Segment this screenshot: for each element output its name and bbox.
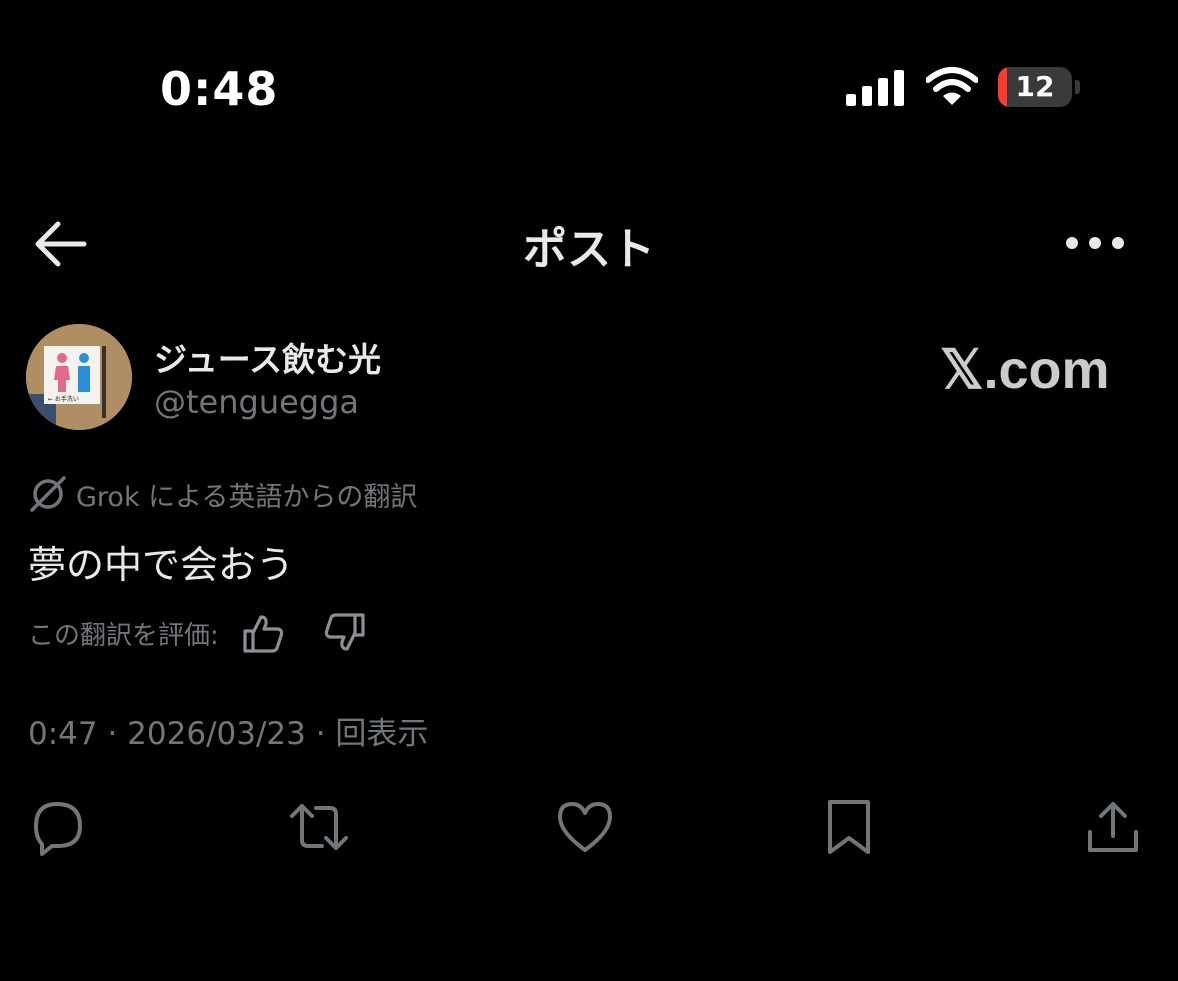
thumbs-down-icon[interactable]: [323, 611, 367, 655]
like-icon[interactable]: [554, 796, 616, 858]
rate-translation-label: この翻訳を評価:: [28, 620, 219, 651]
rate-translation: この翻訳を評価:: [28, 610, 367, 656]
grok-icon: [30, 476, 66, 512]
share-icon[interactable]: [1082, 796, 1144, 858]
display-name[interactable]: ジュース飲む光: [154, 333, 381, 381]
wifi-icon: [926, 67, 978, 105]
status-time: 0:48: [160, 62, 279, 116]
battery-indicator: 12: [998, 67, 1082, 109]
translation-label: Grok による英語からの翻訳: [76, 481, 418, 513]
repost-icon[interactable]: [288, 796, 350, 858]
page-title: ポスト: [523, 224, 655, 275]
post-timestamp-views: 0:47 · 2026/03/23 · 回表示: [28, 716, 429, 752]
battery-level: 12: [1015, 70, 1055, 103]
reply-icon[interactable]: [26, 796, 88, 858]
restroom-sign-avatar-image: ← お手洗い: [26, 324, 132, 430]
thumbs-up-icon[interactable]: [241, 611, 285, 655]
post-text: 夢の中で会おう: [28, 543, 295, 587]
translation-notice: Grok による英語からの翻訳: [28, 474, 417, 514]
avatar-sign-text: ← お手洗い: [48, 395, 79, 403]
watermark: 𝕏.com: [940, 340, 1110, 400]
avatar[interactable]: ← お手洗い: [26, 324, 132, 430]
more-options-icon[interactable]: [1062, 225, 1128, 261]
cellular-signal-icon: [846, 70, 904, 106]
bookmark-icon[interactable]: [818, 796, 880, 858]
battery-cap: [1075, 80, 1080, 94]
user-handle[interactable]: @tenguegga: [154, 383, 359, 421]
